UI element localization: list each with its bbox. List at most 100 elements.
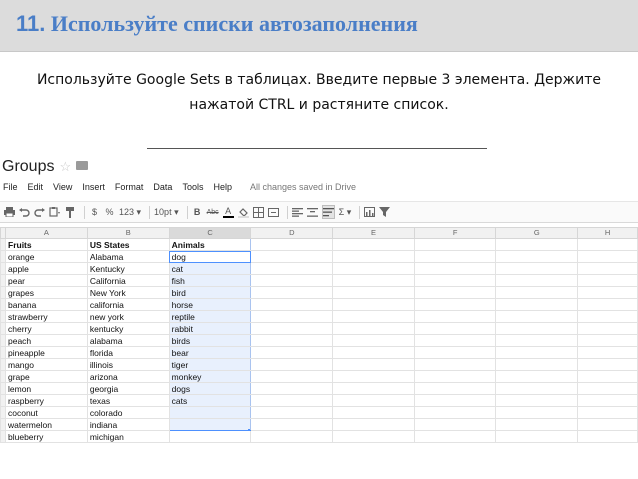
- cell[interactable]: cat: [168, 262, 252, 275]
- cell[interactable]: Alabama: [86, 250, 170, 263]
- cell[interactable]: [413, 358, 497, 371]
- menu-tools[interactable]: Tools: [182, 182, 203, 192]
- cell[interactable]: lemon: [5, 382, 88, 395]
- cell[interactable]: dogs: [168, 382, 252, 395]
- cell[interactable]: [495, 238, 579, 251]
- cell[interactable]: [495, 406, 579, 419]
- cell[interactable]: [332, 370, 415, 383]
- cell[interactable]: [495, 322, 579, 335]
- paste-format-icon[interactable]: [49, 205, 61, 219]
- cell[interactable]: [250, 394, 334, 407]
- cell[interactable]: [577, 274, 638, 287]
- cell[interactable]: [250, 298, 334, 311]
- bold-button[interactable]: B: [192, 205, 203, 219]
- column-header-h[interactable]: H: [577, 227, 638, 239]
- cell[interactable]: tiger: [168, 358, 252, 371]
- cell[interactable]: [250, 334, 334, 347]
- redo-icon[interactable]: [34, 205, 45, 219]
- cell[interactable]: [413, 250, 497, 263]
- cell[interactable]: horse: [168, 298, 252, 311]
- cell[interactable]: [495, 310, 579, 323]
- cell[interactable]: [332, 298, 415, 311]
- cell[interactable]: [250, 238, 334, 251]
- cell[interactable]: Fruits: [5, 238, 88, 251]
- number-format-dropdown[interactable]: 123 ▾: [119, 205, 141, 219]
- cell[interactable]: [495, 394, 579, 407]
- cell[interactable]: [577, 238, 638, 251]
- text-color-button[interactable]: A: [222, 206, 234, 218]
- menu-file[interactable]: File: [3, 182, 18, 192]
- cell[interactable]: [332, 406, 415, 419]
- cell[interactable]: grape: [5, 370, 88, 383]
- cell[interactable]: raspberry: [5, 394, 88, 407]
- print-icon[interactable]: [4, 205, 15, 219]
- cell[interactable]: [250, 322, 334, 335]
- cell[interactable]: [495, 418, 579, 431]
- cell[interactable]: California: [86, 274, 170, 287]
- cell[interactable]: apple: [5, 262, 88, 275]
- cell[interactable]: [250, 286, 334, 299]
- cell[interactable]: [413, 334, 497, 347]
- menu-insert[interactable]: Insert: [82, 182, 105, 192]
- cell[interactable]: [413, 382, 497, 395]
- cell[interactable]: [332, 418, 415, 431]
- cell[interactable]: [577, 394, 638, 407]
- cell[interactable]: [413, 322, 497, 335]
- cell[interactable]: california: [86, 298, 170, 311]
- cell[interactable]: [332, 322, 415, 335]
- star-icon[interactable]: ☆: [59, 159, 71, 174]
- cell[interactable]: florida: [86, 346, 170, 359]
- cell[interactable]: [413, 418, 497, 431]
- cell[interactable]: [577, 286, 638, 299]
- cell[interactable]: [168, 418, 252, 431]
- cell[interactable]: [332, 238, 415, 251]
- cell[interactable]: watermelon: [5, 418, 88, 431]
- cell[interactable]: pineapple: [5, 346, 88, 359]
- cell[interactable]: [577, 358, 638, 371]
- cell[interactable]: [168, 406, 252, 419]
- align-left-icon[interactable]: [291, 205, 303, 219]
- cell[interactable]: [332, 394, 415, 407]
- cell[interactable]: new york: [86, 310, 170, 323]
- menu-view[interactable]: View: [53, 182, 72, 192]
- cell[interactable]: [250, 250, 334, 263]
- vertical-align-icon[interactable]: [306, 205, 318, 219]
- cell[interactable]: bear: [168, 346, 252, 359]
- cell[interactable]: [495, 298, 579, 311]
- cell[interactable]: [250, 310, 334, 323]
- cell[interactable]: [577, 334, 638, 347]
- cell[interactable]: [332, 334, 415, 347]
- cell[interactable]: [413, 346, 497, 359]
- cell[interactable]: michigan: [86, 430, 170, 443]
- cell[interactable]: [495, 430, 579, 443]
- cell[interactable]: mango: [5, 358, 88, 371]
- cell[interactable]: [332, 250, 415, 263]
- cell[interactable]: bird: [168, 286, 252, 299]
- cell[interactable]: [413, 370, 497, 383]
- cell[interactable]: New York: [86, 286, 170, 299]
- cell[interactable]: [413, 310, 497, 323]
- cell[interactable]: [332, 274, 415, 287]
- cell[interactable]: [250, 358, 334, 371]
- cell[interactable]: [577, 250, 638, 263]
- cell[interactable]: reptile: [168, 310, 252, 323]
- percent-button[interactable]: %: [104, 205, 115, 219]
- functions-button[interactable]: Σ ▾: [339, 205, 352, 219]
- cell[interactable]: monkey: [168, 370, 252, 383]
- document-title-text[interactable]: Groups: [2, 158, 54, 175]
- cell[interactable]: [332, 346, 415, 359]
- cell[interactable]: [577, 310, 638, 323]
- cell[interactable]: grapes: [5, 286, 88, 299]
- menu-format[interactable]: Format: [115, 182, 144, 192]
- cell[interactable]: US States: [86, 238, 170, 251]
- column-header-a[interactable]: A: [5, 227, 88, 239]
- filter-icon[interactable]: [379, 205, 391, 219]
- cell[interactable]: illinois: [86, 358, 170, 371]
- cell[interactable]: [495, 250, 579, 263]
- cell[interactable]: [495, 274, 579, 287]
- cell[interactable]: [413, 430, 497, 443]
- cell[interactable]: peach: [5, 334, 88, 347]
- column-header-d[interactable]: D: [250, 227, 334, 239]
- column-header-e[interactable]: E: [332, 227, 415, 239]
- cell[interactable]: orange: [5, 250, 88, 263]
